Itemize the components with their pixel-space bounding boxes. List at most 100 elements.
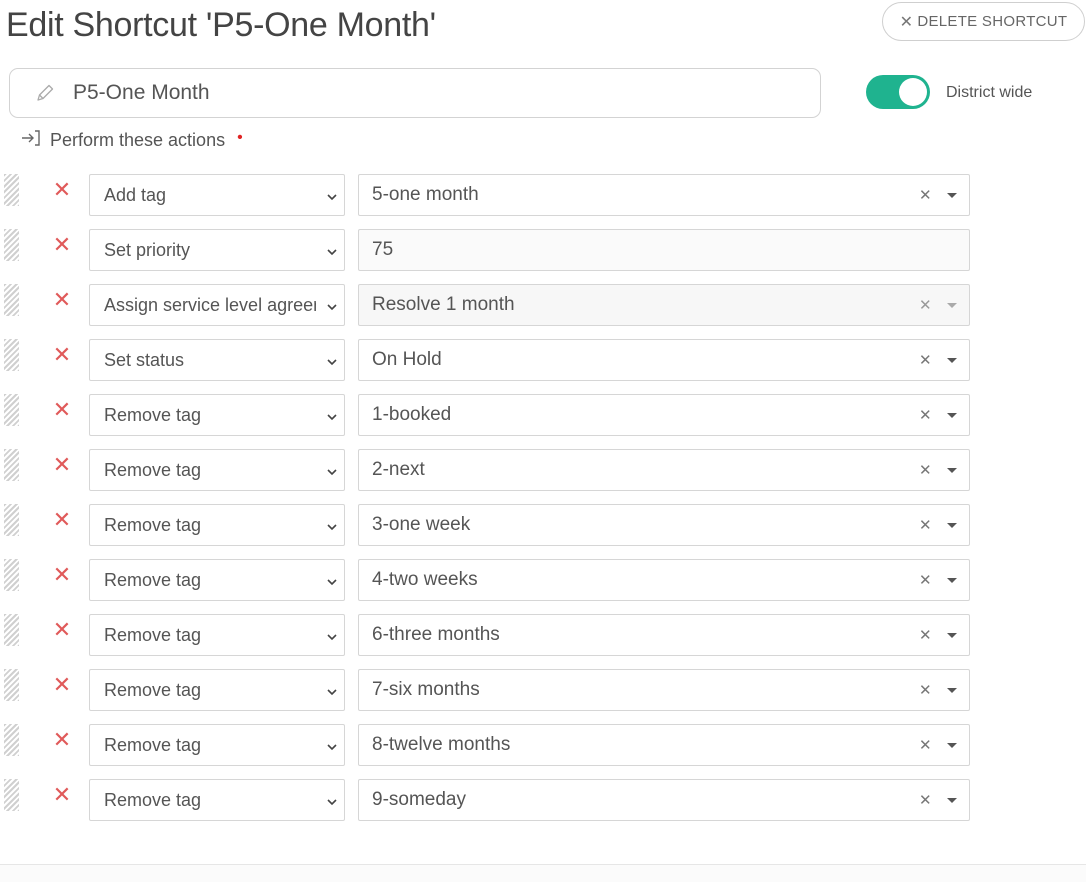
drag-handle[interactable] bbox=[4, 669, 19, 701]
caret-down-icon[interactable] bbox=[947, 523, 957, 528]
caret-down-icon[interactable] bbox=[947, 413, 957, 418]
close-icon: ✕ bbox=[899, 13, 914, 31]
action-value: 2-next bbox=[372, 459, 425, 480]
action-type-select[interactable]: Remove tag bbox=[89, 614, 345, 656]
remove-action-icon[interactable]: ✕ bbox=[52, 784, 72, 806]
caret-down-icon[interactable] bbox=[947, 633, 957, 638]
remove-action-icon[interactable]: ✕ bbox=[52, 234, 72, 256]
action-value-select[interactable]: Resolve 1 month ✕ bbox=[358, 284, 970, 326]
chevron-down-icon bbox=[326, 245, 338, 257]
drag-handle[interactable] bbox=[4, 504, 19, 536]
clear-icon[interactable]: ✕ bbox=[919, 406, 932, 426]
clear-icon[interactable]: ✕ bbox=[919, 461, 932, 481]
chevron-down-icon bbox=[326, 465, 338, 477]
caret-down-icon[interactable] bbox=[947, 578, 957, 583]
edit-shortcut-page: Edit Shortcut 'P5-One Month' ✕ DELETE SH… bbox=[0, 0, 1086, 882]
caret-down-icon[interactable] bbox=[947, 193, 957, 198]
drag-handle[interactable] bbox=[4, 614, 19, 646]
drag-handle[interactable] bbox=[4, 174, 19, 206]
action-value-select[interactable]: 2-next ✕ bbox=[358, 449, 970, 491]
clear-icon[interactable]: ✕ bbox=[919, 791, 932, 811]
delete-shortcut-label: DELETE SHORTCUT bbox=[917, 13, 1068, 30]
action-value-select[interactable]: On Hold ✕ bbox=[358, 339, 970, 381]
caret-down-icon[interactable] bbox=[947, 688, 957, 693]
action-row: ✕ Remove tag 7-six months ✕ bbox=[0, 669, 1086, 724]
clear-icon[interactable]: ✕ bbox=[919, 516, 932, 536]
action-row: ✕ Set status On Hold ✕ bbox=[0, 339, 1086, 394]
action-value-select[interactable]: 5-one month ✕ bbox=[358, 174, 970, 216]
action-value: 4-two weeks bbox=[372, 569, 478, 590]
action-type-select[interactable]: Add tag bbox=[89, 174, 345, 216]
remove-action-icon[interactable]: ✕ bbox=[52, 454, 72, 476]
caret-down-icon[interactable] bbox=[947, 468, 957, 473]
action-type-select[interactable]: Remove tag bbox=[89, 504, 345, 546]
district-wide-toggle[interactable] bbox=[866, 75, 930, 109]
drag-handle[interactable] bbox=[4, 284, 19, 316]
sign-in-arrow-icon bbox=[20, 128, 42, 153]
chevron-down-icon bbox=[326, 575, 338, 587]
shortcut-name-input[interactable]: P5-One Month bbox=[9, 68, 821, 118]
caret-down-icon[interactable] bbox=[947, 303, 957, 308]
drag-handle[interactable] bbox=[4, 394, 19, 426]
action-value-select[interactable]: 9-someday ✕ bbox=[358, 779, 970, 821]
action-type-select[interactable]: Remove tag bbox=[89, 669, 345, 711]
action-type: Assign service level agreement bbox=[104, 294, 316, 315]
caret-down-icon[interactable] bbox=[947, 743, 957, 748]
action-value: 3-one week bbox=[372, 514, 471, 535]
clear-icon[interactable]: ✕ bbox=[919, 351, 932, 371]
delete-shortcut-button[interactable]: ✕ DELETE SHORTCUT bbox=[882, 2, 1085, 41]
remove-action-icon[interactable]: ✕ bbox=[52, 729, 72, 751]
action-value-input[interactable]: 75 bbox=[358, 229, 970, 271]
caret-down-icon[interactable] bbox=[947, 798, 957, 803]
remove-action-icon[interactable]: ✕ bbox=[52, 344, 72, 366]
clear-icon[interactable]: ✕ bbox=[919, 736, 932, 756]
clear-icon[interactable]: ✕ bbox=[919, 571, 932, 591]
action-value-select[interactable]: 7-six months ✕ bbox=[358, 669, 970, 711]
remove-action-icon[interactable]: ✕ bbox=[52, 619, 72, 641]
district-wide-label: District wide bbox=[946, 84, 1033, 101]
drag-handle[interactable] bbox=[4, 339, 19, 371]
chevron-down-icon bbox=[326, 300, 338, 312]
remove-action-icon[interactable]: ✕ bbox=[52, 564, 72, 586]
clear-icon[interactable]: ✕ bbox=[919, 626, 932, 646]
action-value-select[interactable]: 3-one week ✕ bbox=[358, 504, 970, 546]
action-type-select[interactable]: Remove tag bbox=[89, 779, 345, 821]
actions-list: ✕ Add tag 5-one month ✕ ✕ Set priority 7… bbox=[0, 174, 1086, 834]
action-type-select[interactable]: Remove tag bbox=[89, 394, 345, 436]
drag-handle[interactable] bbox=[4, 449, 19, 481]
action-row: ✕ Remove tag 1-booked ✕ bbox=[0, 394, 1086, 449]
remove-action-icon[interactable]: ✕ bbox=[52, 509, 72, 531]
action-type: Remove tag bbox=[104, 459, 202, 480]
action-type-select[interactable]: Set priority bbox=[89, 229, 345, 271]
drag-handle[interactable] bbox=[4, 559, 19, 591]
action-type-select[interactable]: Remove tag bbox=[89, 449, 345, 491]
action-value-select[interactable]: 8-twelve months ✕ bbox=[358, 724, 970, 766]
action-type: Set priority bbox=[104, 239, 191, 260]
chevron-down-icon bbox=[326, 795, 338, 807]
clear-icon[interactable]: ✕ bbox=[919, 186, 932, 206]
action-type-select[interactable]: Remove tag bbox=[89, 724, 345, 766]
action-type-select[interactable]: Remove tag bbox=[89, 559, 345, 601]
action-type: Remove tag bbox=[104, 624, 202, 645]
action-value: Resolve 1 month bbox=[372, 294, 515, 315]
action-type: Add tag bbox=[104, 184, 167, 205]
remove-action-icon[interactable]: ✕ bbox=[52, 179, 72, 201]
drag-handle[interactable] bbox=[4, 229, 19, 261]
remove-action-icon[interactable]: ✕ bbox=[52, 399, 72, 421]
action-value-select[interactable]: 1-booked ✕ bbox=[358, 394, 970, 436]
action-value-select[interactable]: 4-two weeks ✕ bbox=[358, 559, 970, 601]
remove-action-icon[interactable]: ✕ bbox=[52, 289, 72, 311]
action-row: ✕ Assign service level agreement Resolve… bbox=[0, 284, 1086, 339]
action-row: ✕ Remove tag 6-three months ✕ bbox=[0, 614, 1086, 669]
action-type-select[interactable]: Set status bbox=[89, 339, 345, 381]
clear-icon[interactable]: ✕ bbox=[919, 296, 932, 316]
caret-down-icon[interactable] bbox=[947, 358, 957, 363]
drag-handle[interactable] bbox=[4, 724, 19, 756]
action-type: Remove tag bbox=[104, 679, 202, 700]
action-type-select[interactable]: Assign service level agreement bbox=[89, 284, 345, 326]
remove-action-icon[interactable]: ✕ bbox=[52, 674, 72, 696]
clear-icon[interactable]: ✕ bbox=[919, 681, 932, 701]
drag-handle[interactable] bbox=[4, 779, 19, 811]
action-value-select[interactable]: 6-three months ✕ bbox=[358, 614, 970, 656]
action-type: Remove tag bbox=[104, 789, 202, 810]
